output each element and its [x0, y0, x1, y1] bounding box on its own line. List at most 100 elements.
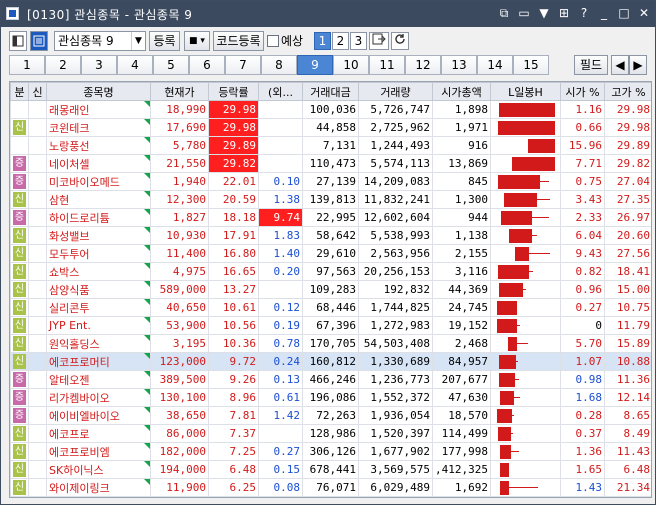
current-price: 182,000 — [150, 442, 209, 461]
table-row[interactable]: 증 네이처셀 21,550 29.82 110,473 5,574,113 13,869 7.… — [10, 154, 651, 173]
register-button[interactable]: 등록 — [149, 31, 180, 51]
table-row[interactable]: 래몽래인 18,990 29.98 100,036 5,726,747 1,898 1.16… — [10, 100, 651, 119]
candle-wick — [516, 343, 528, 344]
table-row[interactable]: 신 에코프로비엠 182,000 7.25 0.27 306,126 1,677,902 17… — [10, 442, 651, 461]
table-row[interactable]: 증 알테오젠 389,500 9.26 0.13 466,246 1,236,773 207,… — [10, 370, 651, 389]
tab-next-button[interactable]: ▶ — [629, 55, 647, 75]
export-icon[interactable] — [369, 32, 389, 50]
open-pct-value: 0.28 — [575, 409, 603, 422]
maximize-icon[interactable]: □ — [617, 6, 631, 20]
table-row[interactable]: 신 SK하이닉스 194,000 6.48 0.15 678,441 3,569,575 ,4… — [10, 460, 651, 479]
group-select[interactable]: 관심종목 9 ▼ — [54, 31, 146, 51]
column-header[interactable]: 거래대금 — [302, 82, 359, 101]
tab-11[interactable]: 11 — [369, 55, 405, 75]
table-row[interactable]: 신 에코프로머티 123,000 9.72 0.24 160,812 1,330,689 84… — [10, 352, 651, 371]
change-rate-value: 6.48 — [229, 463, 257, 476]
change-rate-value: 6.25 — [229, 481, 257, 494]
refresh-icon[interactable] — [391, 32, 409, 50]
column-header[interactable]: 등락률 — [208, 82, 259, 101]
link-window-icon[interactable]: ⧉ — [497, 6, 511, 20]
open-pct: 6.04 — [560, 226, 605, 245]
table-row[interactable]: 노랑풍선 5,780 29.89 7,131 1,244,493 916 15.96 29.8… — [10, 136, 651, 155]
column-header[interactable]: 현재가 — [150, 82, 209, 101]
pin-icon[interactable]: ▼ — [537, 6, 551, 20]
group-icon[interactable] — [30, 31, 48, 51]
stock-name: 와이제이링크 — [46, 478, 151, 497]
checkbox-box[interactable] — [267, 34, 279, 47]
open-pct: 9.43 — [560, 244, 605, 263]
grid-icon[interactable]: ⊞ — [557, 6, 571, 20]
tab-15[interactable]: 15 — [513, 55, 549, 75]
table-row[interactable]: 증 에이비엘바이오 38,650 7.81 1.42 72,263 1,936,054 18,… — [10, 406, 651, 425]
market-badge: 신 — [13, 426, 26, 441]
market-flag: 신 — [10, 118, 29, 137]
tab-10[interactable]: 10 — [333, 55, 369, 75]
table-row[interactable]: 신 에코프로 86,000 7.37 128,986 1,520,397 114,499 0.… — [10, 424, 651, 443]
tab-1[interactable]: 1 — [9, 55, 45, 75]
foreign-ratio-value: 0.27 — [273, 445, 301, 458]
trade-volume-value: 5,574,113 — [370, 157, 430, 170]
high-pct: 26.97 — [604, 208, 651, 227]
column-header[interactable]: 분 — [10, 82, 29, 101]
high-pct: 20.60 — [604, 226, 651, 245]
column-header[interactable]: 신 — [28, 82, 47, 101]
table-row[interactable]: 신 화성밸브 10,930 17.91 1.83 58,642 5,538,993 1,138… — [10, 226, 651, 245]
tab-13[interactable]: 13 — [441, 55, 477, 75]
tab-14[interactable]: 14 — [477, 55, 513, 75]
trade-value-value: 196,086 — [309, 391, 356, 404]
current-price: 194,000 — [150, 460, 209, 479]
column-header[interactable]: 고가 % — [604, 82, 651, 101]
menu-dropdown-button[interactable]: ■ ▾ — [184, 31, 210, 51]
current-price-value: 194,000 — [159, 463, 206, 476]
tab-prev-button[interactable]: ◀ — [611, 55, 629, 75]
table-row[interactable]: 신 쇼박스 4,975 16.65 0.20 97,563 20,256,153 3,116 0… — [10, 262, 651, 281]
tab-5[interactable]: 5 — [153, 55, 189, 75]
table-row[interactable]: 증 하이드로리튬 1,827 18.18 9.74 22,995 12,602,604 944… — [10, 208, 651, 227]
page-button-1[interactable]: 1 — [314, 32, 331, 50]
tab-9[interactable]: 9 — [297, 55, 333, 75]
page-button-3[interactable]: 3 — [350, 32, 367, 50]
field-button[interactable]: 필드 — [574, 55, 608, 75]
column-header[interactable]: L일봉H — [490, 82, 561, 101]
table-row[interactable]: 신 삼현 12,300 20.59 1.38 139,813 11,832,241 1,300… — [10, 190, 651, 209]
high-pct-value: 11.43 — [616, 445, 650, 458]
column-header[interactable]: 시가 % — [560, 82, 605, 101]
trade-volume: 1,936,054 — [358, 406, 433, 425]
tab-2[interactable]: 2 — [45, 55, 81, 75]
page-button-2[interactable]: 2 — [332, 32, 349, 50]
tab-12[interactable]: 12 — [405, 55, 441, 75]
table-row[interactable]: 신 원익홀딩스 3,195 10.36 0.78 170,705 54,503,408 2,4… — [10, 334, 651, 353]
high-pct-value: 8.65 — [623, 409, 651, 422]
market-flag: 신 — [10, 316, 29, 335]
minimize-icon[interactable]: _ — [597, 6, 611, 20]
help-icon[interactable]: ? — [577, 6, 591, 20]
tab-3[interactable]: 3 — [81, 55, 117, 75]
restore-icon[interactable]: ▭ — [517, 6, 531, 20]
column-header[interactable]: (외... — [258, 82, 303, 101]
layout-icon[interactable] — [9, 31, 27, 51]
watchlist-grid: 분 신 종목명 현재가 등락률 (외... 거래대금 거래량 시가총액 L일봉H 시가 % 고가 % … — [9, 81, 652, 498]
tab-8[interactable]: 8 — [261, 55, 297, 75]
table-row[interactable]: 신 JYP Ent. 53,900 10.56 0.19 67,396 1,272,983 1… — [10, 316, 651, 335]
code-register-button[interactable]: 코드등록 — [213, 31, 264, 51]
table-row[interactable]: 신 실리콘투 40,650 10.61 0.12 68,446 1,744,825 24,74… — [10, 298, 651, 317]
daily-candle — [490, 280, 561, 299]
table-row[interactable]: 증 리가켐바이오 130,100 8.96 0.61 196,086 1,552,372 47… — [10, 388, 651, 407]
high-pct-value: 29.98 — [616, 103, 650, 116]
table-row[interactable]: 신 와이제이링크 11,900 6.25 0.08 76,071 6,029,489 1,69… — [10, 478, 651, 497]
column-header[interactable]: 종목명 — [46, 82, 151, 101]
open-pct: 0.28 — [560, 406, 605, 425]
preview-checkbox[interactable]: 예상 — [267, 32, 303, 49]
column-header[interactable]: 거래량 — [358, 82, 433, 101]
table-row[interactable]: 신 코윈테크 17,690 29.98 44,858 2,725,962 1,971 0.66… — [10, 118, 651, 137]
column-header[interactable]: 시가총액 — [432, 82, 491, 101]
tab-6[interactable]: 6 — [189, 55, 225, 75]
new-flag — [28, 118, 47, 137]
tab-4[interactable]: 4 — [117, 55, 153, 75]
table-row[interactable]: 증 미코바이오메드 1,940 22.01 0.10 27,139 14,209,083 84… — [10, 172, 651, 191]
tab-7[interactable]: 7 — [225, 55, 261, 75]
market-cap-value: 114,499 — [441, 427, 488, 440]
close-icon[interactable]: ✕ — [637, 6, 651, 20]
table-row[interactable]: 신 모두투어 11,400 16.80 1.40 29,610 2,563,956 2,155… — [10, 244, 651, 263]
table-row[interactable]: 신 삼양식품 589,000 13.27 109,283 192,832 44,369 0.9… — [10, 280, 651, 299]
